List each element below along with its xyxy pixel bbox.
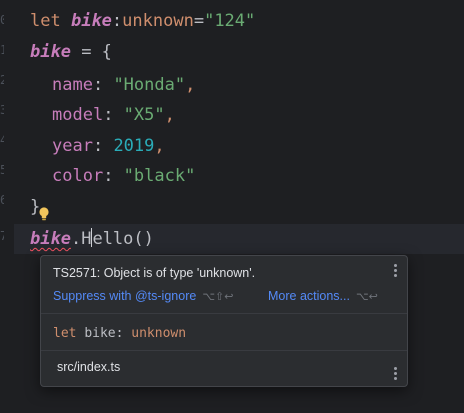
line-number: 0 [0, 13, 4, 27]
string-literal: "X5" [123, 105, 165, 125]
lightbulb-icon[interactable] [38, 207, 50, 221]
more-actions-shortcut: ⌥↩ [355, 291, 378, 303]
line-number: 7 [0, 229, 4, 243]
more-vertical-icon[interactable] [394, 264, 397, 281]
line-number-gutter: 0 1 2 3 4 5 6 7 [0, 0, 14, 413]
property-key: name [52, 75, 93, 95]
colon: : [103, 105, 124, 125]
line-number: 6 [0, 193, 4, 207]
colon: : [103, 166, 124, 186]
divider [41, 313, 407, 314]
colon: : [92, 75, 114, 95]
property-key: year [52, 136, 93, 156]
divider [41, 350, 407, 351]
string-literal: "Honda" [113, 75, 186, 95]
declaration-name: bike: [84, 326, 132, 341]
code-line-4[interactable]: model: "X5", [52, 100, 175, 130]
type-annotation: unknown [122, 11, 194, 31]
declaration-preview: let bike: unknown [53, 326, 186, 341]
variable-name: bike [30, 42, 71, 62]
string-literal: "black" [123, 166, 196, 186]
colon: : [92, 136, 114, 156]
variable-name: bike [70, 11, 112, 31]
more-actions-action[interactable]: More actions... ⌥↩ [268, 289, 378, 303]
suppress-action-label: Suppress with @ts-ignore [53, 289, 197, 303]
more-vertical-icon[interactable] [394, 367, 397, 384]
method-name-start: H [81, 229, 92, 249]
line-number: 2 [0, 73, 4, 87]
variable-name-error: bike [30, 229, 71, 249]
error-message: TS2571: Object is of type 'unknown'. [53, 266, 256, 280]
comma: , [164, 105, 175, 125]
line-number: 3 [0, 103, 4, 117]
source-file-link[interactable]: src/index.ts [57, 360, 120, 374]
code-line-8[interactable]: bike.Hello() [30, 224, 154, 254]
dot: . [70, 229, 82, 249]
number-literal: 2019 [113, 136, 155, 156]
method-call-rest: ello() [92, 229, 154, 249]
error-tooltip-popup: TS2571: Object is of type 'unknown'. Sup… [40, 255, 408, 387]
comma: , [154, 136, 165, 156]
declaration-type: unknown [131, 326, 187, 341]
keyword: let [30, 11, 61, 31]
suppress-shortcut: ⌥⇧↩ [202, 291, 234, 303]
suppress-ts-ignore-action[interactable]: Suppress with @ts-ignore ⌥⇧↩ [53, 289, 233, 303]
code-line-6[interactable]: color: "black" [52, 161, 195, 191]
code-line-3[interactable]: name: "Honda", [52, 70, 195, 100]
object-open: = { [70, 42, 112, 62]
code-line-2[interactable]: bike = { [30, 37, 112, 67]
colon: : [111, 11, 123, 31]
property-key: model [52, 105, 104, 125]
line-number: 5 [0, 163, 4, 177]
declaration-keyword: let [53, 326, 77, 341]
line-number: 1 [0, 43, 4, 57]
code-line-5[interactable]: year: 2019, [52, 131, 165, 161]
comma: , [185, 75, 196, 95]
code-line-1[interactable]: let bike:unknown="124" [30, 6, 255, 36]
line-number: 4 [0, 133, 4, 147]
property-key: color [52, 166, 104, 186]
string-literal: "124" [204, 11, 256, 31]
more-actions-label: More actions... [268, 289, 350, 303]
equals: = [193, 11, 205, 31]
